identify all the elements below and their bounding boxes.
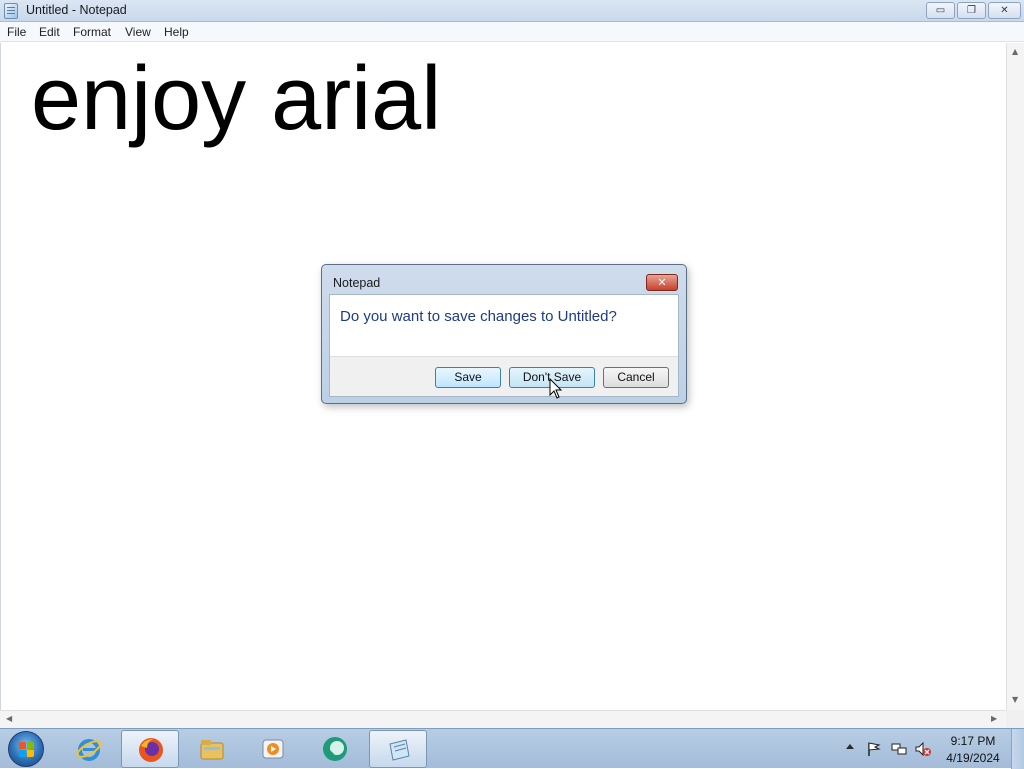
horizontal-scrollbar[interactable]: ◀ ▶ bbox=[0, 710, 1006, 728]
internet-explorer-icon bbox=[76, 739, 102, 761]
minimize-icon: ▭ bbox=[935, 5, 946, 16]
network-icon[interactable] bbox=[891, 741, 907, 757]
dialog-title: Notepad bbox=[333, 276, 381, 290]
window-title: Untitled - Notepad bbox=[26, 3, 127, 17]
taskbar: 9:17 PM 4/19/2024 bbox=[0, 728, 1024, 769]
menu-help[interactable]: Help bbox=[164, 25, 189, 39]
editor-content: enjoy arial bbox=[31, 49, 442, 149]
file-explorer-icon bbox=[200, 740, 224, 760]
scroll-corner bbox=[1006, 710, 1024, 728]
start-button[interactable] bbox=[8, 731, 44, 767]
dialog-button-bar: Save Don't Save Cancel bbox=[330, 356, 678, 396]
menu-format[interactable]: Format bbox=[73, 25, 111, 39]
taskbar-notepad[interactable] bbox=[369, 730, 427, 768]
title-bar[interactable]: Untitled - Notepad ▭ ❐ ✕ bbox=[0, 0, 1024, 22]
scroll-left-icon[interactable]: ◀ bbox=[6, 714, 12, 724]
scroll-right-icon[interactable]: ▶ bbox=[991, 714, 997, 724]
app-icon bbox=[323, 737, 347, 761]
menu-file[interactable]: File bbox=[7, 25, 26, 39]
restore-icon: ❐ bbox=[967, 5, 976, 16]
media-player-icon bbox=[262, 739, 284, 759]
taskbar-media-player[interactable] bbox=[244, 730, 302, 768]
windows-logo-icon bbox=[19, 742, 35, 758]
firefox-icon bbox=[139, 738, 163, 762]
vertical-scrollbar[interactable]: ▲ ▼ bbox=[1006, 43, 1024, 710]
show-hidden-icons-icon[interactable] bbox=[846, 744, 854, 749]
minimize-button[interactable]: ▭ bbox=[926, 2, 955, 19]
action-center-flag-icon[interactable] bbox=[866, 741, 882, 757]
clock-time[interactable]: 9:17 PM bbox=[938, 734, 1008, 748]
taskbar-file-explorer[interactable] bbox=[183, 730, 241, 768]
save-changes-dialog: Notepad ✕ Do you want to save changes to… bbox=[321, 264, 687, 404]
mouse-cursor-icon bbox=[549, 378, 563, 399]
taskbar-firefox[interactable] bbox=[121, 730, 179, 768]
dialog-close-button[interactable]: ✕ bbox=[646, 274, 678, 291]
show-desktop-button[interactable] bbox=[1011, 729, 1024, 769]
clock-date[interactable]: 4/19/2024 bbox=[938, 751, 1008, 765]
menu-bar: File Edit Format View Help bbox=[0, 22, 1024, 42]
taskbar-app[interactable] bbox=[306, 730, 364, 768]
close-button[interactable]: ✕ bbox=[988, 2, 1021, 19]
maximize-button[interactable]: ❐ bbox=[957, 2, 986, 19]
cancel-button[interactable]: Cancel bbox=[603, 367, 669, 388]
taskbar-internet-explorer[interactable] bbox=[60, 730, 118, 768]
volume-muted-icon[interactable] bbox=[915, 741, 931, 757]
menu-edit[interactable]: Edit bbox=[39, 25, 60, 39]
scroll-up-icon[interactable]: ▲ bbox=[1012, 47, 1018, 57]
dialog-body: Do you want to save changes to Untitled?… bbox=[329, 294, 679, 397]
save-button[interactable]: Save bbox=[435, 367, 501, 388]
menu-view[interactable]: View bbox=[125, 25, 151, 39]
notepad-icon bbox=[389, 739, 410, 761]
notepad-icon bbox=[4, 3, 18, 19]
close-icon: ✕ bbox=[1000, 5, 1009, 16]
scroll-down-icon[interactable]: ▼ bbox=[1012, 695, 1018, 705]
close-icon: ✕ bbox=[657, 276, 667, 289]
dialog-message: Do you want to save changes to Untitled? bbox=[340, 308, 617, 325]
